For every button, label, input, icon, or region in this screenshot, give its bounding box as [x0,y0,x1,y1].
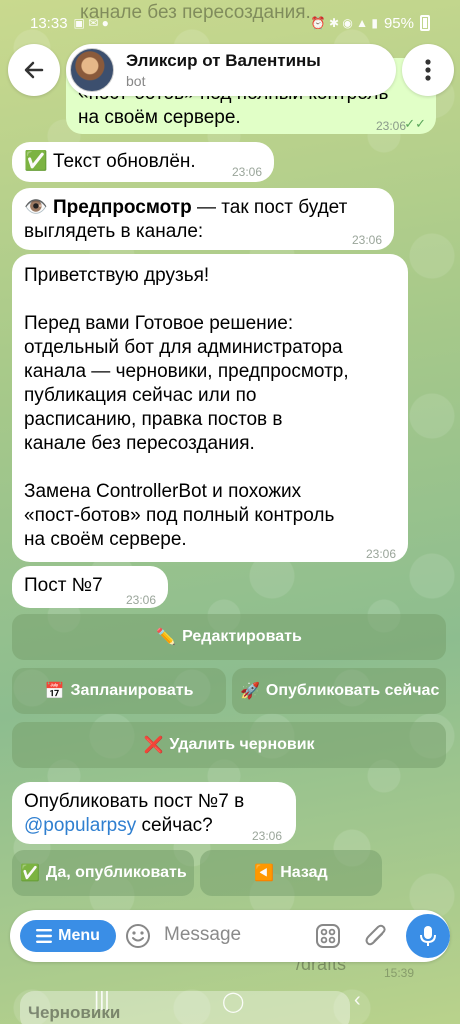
button-label: Да, опубликовать [45,864,187,881]
message-text: Пост №7 [24,575,103,596]
message-time: 23:06 [351,233,382,247]
recent-apps-icon[interactable]: ||| [94,989,110,1012]
battery-percent: 95% [383,14,414,32]
chat-header: Эликсир от Валентины bot [0,40,460,100]
message-line: канале без пересоздания. [24,433,255,454]
bot-commands-button[interactable] [314,922,342,950]
message-time: 23:06 [231,165,262,179]
voice-message-button[interactable] [406,914,450,958]
button-label: Удалить черновик [169,736,315,753]
message-line: публикация сейчас или по [24,385,257,406]
rocket-icon: 🚀 [240,683,260,700]
back-inline-button[interactable]: ◀️ Назад [200,850,382,896]
button-label: Опубликовать сейчас [265,682,440,699]
channel-link[interactable]: @popularpsy [24,815,136,836]
pencil-icon: ✏️ [156,629,177,646]
message-text: Текст обновлён. [52,151,196,172]
more-menu-button[interactable] [402,44,454,96]
message-line: на своём сервере. [24,529,187,550]
cross-icon: ❌ [143,737,164,754]
message-composer: Menu Message [10,910,450,962]
message-line: расписанию, правка постов в [24,409,283,430]
smiley-icon [126,924,150,948]
publish-now-button[interactable]: 🚀 Опубликовать сейчас [232,668,446,714]
message-bold: Предпросмотр [52,197,192,218]
menu-label: Menu [58,927,100,944]
paperclip-icon [365,924,386,946]
chat-subtitle: bot [126,73,146,89]
message-bubble: ✅ Текст обновлён. 23:06 [12,142,274,182]
microphone-icon [420,926,436,946]
post-preview-bubble: Приветствую друзья! Перед вами Готовое р… [12,254,408,562]
notification-icons: ▣ ✉ ● [73,16,109,30]
read-checks-icon: ✓✓ [404,116,426,131]
message-line: Замена ControllerBot и похожих [24,481,302,502]
message-bubble: Опубликовать пост №7 в @popularpsy сейча… [12,782,296,844]
system-nav-bar: Черновики ||| ◯ ‹ [0,975,460,1024]
status-time: 13:33 [30,14,68,32]
message-bubble: 👁️ Предпросмотр — так пост будет выгляде… [12,188,394,250]
message-text: сейчас? [136,815,213,836]
message-input[interactable]: Message [164,924,241,946]
chat-info[interactable]: Эликсир от Валентины bot [66,44,396,96]
system-back-icon[interactable]: ‹ [354,989,361,1012]
calendar-icon: 📅 [44,683,65,700]
message-line: отдельный бот для администратора [24,337,343,358]
message-line: «пост-ботов» под полный контроль [24,505,335,526]
attach-button[interactable] [362,922,390,950]
bot-menu-button[interactable]: Menu [20,920,116,952]
hamburger-icon [36,929,53,943]
commands-grid-icon [316,924,340,948]
message-text: Опубликовать пост №7 в [24,791,245,812]
button-label: Назад [280,864,328,881]
message-line [24,288,396,312]
button-label: Редактировать [182,628,302,645]
check-icon: ✅ [20,865,40,882]
emoji-button[interactable] [124,922,152,950]
message-line: Приветствую друзья! [24,265,210,286]
eye-icon: 👁️ [24,197,48,218]
message-time: 23:06 [375,119,406,133]
back-arrow-icon [24,61,44,79]
message-bubble: Пост №7 23:06 [12,566,168,608]
button-label: Запланировать [70,682,194,699]
back-button[interactable] [8,44,60,96]
message-time: 23:06 [125,593,156,607]
signal-icons: ⏰ ✱ ◉ ▲ ▮ [310,16,378,30]
message-line: Перед вами Готовое решение: [24,313,294,334]
message-line: на своём сервере. [78,107,241,128]
schedule-button[interactable]: 📅 Запланировать [12,668,226,714]
message-line: канала — черновики, предпросмотр, [24,361,349,382]
message-time: 23:06 [365,547,396,561]
edit-button[interactable]: ✏️ Редактировать [12,614,446,660]
check-icon: ✅ [24,151,48,172]
chat-title: Эликсир от Валентины [126,51,321,70]
delete-draft-button[interactable]: ❌ Удалить черновик [12,722,446,768]
message-line [24,456,396,480]
arrow-left-icon: ◀️ [254,865,275,882]
avatar [70,48,114,92]
home-icon[interactable]: ◯ [222,989,244,1014]
battery-icon [420,15,430,31]
message-time: 23:06 [251,829,282,843]
confirm-publish-button[interactable]: ✅ Да, опубликовать [12,850,194,896]
more-vertical-icon [425,59,431,81]
